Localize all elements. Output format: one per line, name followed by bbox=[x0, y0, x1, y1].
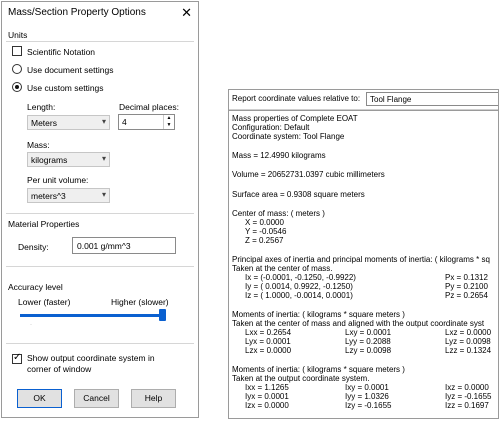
length-value: Meters bbox=[31, 118, 57, 128]
report-line: Configuration: Default bbox=[232, 123, 310, 132]
units-group-label: Units bbox=[8, 30, 28, 40]
report-line: Moments of inertia: ( kilograms * square… bbox=[232, 310, 405, 319]
report-line: Iz = ( 1.0000, -0.0014, 0.0001) bbox=[245, 291, 353, 300]
show-coordinate-system-label-line2: corner of window bbox=[27, 364, 92, 374]
scientific-notation-checkbox[interactable] bbox=[12, 46, 22, 56]
report-line: Lyz = 0.0098 bbox=[445, 337, 491, 346]
use-document-settings-radio[interactable] bbox=[12, 64, 22, 74]
report-relative-label: Report coordinate values relative to: bbox=[232, 94, 361, 103]
report-line: Mass properties of Complete EOAT bbox=[232, 114, 358, 123]
lower-faster-label: Lower (faster) bbox=[18, 297, 71, 307]
report-line: Moments of inertia: ( kilograms * square… bbox=[232, 365, 405, 374]
report-line: Ixx = 1.1265 bbox=[245, 383, 289, 392]
per-unit-volume-dropdown[interactable]: meters^3 ▾ bbox=[27, 188, 110, 203]
report-line: Lyx = 0.0001 bbox=[245, 337, 291, 346]
report-line: Y = -0.0546 bbox=[245, 227, 287, 236]
decimal-places-value: 4 bbox=[122, 117, 127, 127]
report-line: Py = 0.2100 bbox=[445, 282, 488, 291]
higher-slower-label: Higher (slower) bbox=[111, 297, 169, 307]
report-line: Lxx = 0.2654 bbox=[245, 328, 292, 337]
material-group-label: Material Properties bbox=[8, 219, 80, 229]
report-line: Surface area = 0.9308 square meters bbox=[232, 190, 365, 199]
units-divider bbox=[6, 41, 194, 42]
report-line: Lzy = 0.0098 bbox=[345, 346, 392, 355]
decimal-places-stepper[interactable]: 4 ▲ ▼ bbox=[118, 114, 175, 130]
chevron-down-icon: ▾ bbox=[101, 154, 106, 163]
use-custom-settings-radio[interactable] bbox=[12, 82, 22, 92]
report-line: Center of mass: ( meters ) bbox=[232, 209, 325, 218]
chevron-down-icon: ▾ bbox=[101, 117, 106, 126]
report-line: Taken at the center of mass and aligned … bbox=[232, 319, 485, 328]
mass-label: Mass: bbox=[27, 140, 50, 150]
report-line: Lxy = 0.0001 bbox=[345, 328, 392, 337]
mass-properties-options-dialog: Mass/Section Property Options ✕ Units Sc… bbox=[1, 1, 199, 418]
report-line: Pz = 0.2654 bbox=[445, 291, 488, 300]
use-document-settings-label: Use document settings bbox=[27, 65, 114, 75]
report-line: Volume = 20652731.0397 cubic millimeters bbox=[232, 170, 385, 179]
mass-properties-report: Report coordinate values relative to: To… bbox=[228, 89, 499, 419]
material-divider-bottom bbox=[6, 266, 194, 267]
report-line: Lzx = 0.0000 bbox=[245, 346, 292, 355]
report-line: Ixz = 0.0000 bbox=[445, 383, 489, 392]
close-icon[interactable]: ✕ bbox=[181, 5, 192, 21]
material-divider-top bbox=[6, 213, 194, 214]
report-line: Izx = 0.0000 bbox=[245, 401, 289, 410]
report-line: Lzz = 0.1324 bbox=[445, 346, 492, 355]
chevron-down-icon: ▾ bbox=[101, 190, 106, 199]
report-line: Ixy = 0.0001 bbox=[345, 383, 389, 392]
dialog-title: Mass/Section Property Options bbox=[8, 7, 146, 18]
report-line: Principal axes of inertia and principal … bbox=[232, 255, 490, 264]
report-line: Taken at the center of mass. bbox=[232, 264, 333, 273]
decimal-places-label: Decimal places: bbox=[119, 102, 179, 112]
help-button[interactable]: Help bbox=[131, 389, 176, 408]
accuracy-slider-fill bbox=[20, 314, 162, 317]
slider-tick: · bbox=[30, 322, 32, 328]
mass-value: kilograms bbox=[31, 155, 68, 165]
report-line: Iyy = 1.0326 bbox=[345, 392, 389, 401]
report-coordinate-bar: Report coordinate values relative to: To… bbox=[229, 90, 498, 110]
ok-button[interactable]: OK bbox=[17, 389, 62, 408]
report-line: Izz = 0.1697 bbox=[445, 401, 489, 410]
accuracy-group-label: Accuracy level bbox=[8, 282, 63, 292]
report-line: Px = 0.1312 bbox=[445, 273, 488, 282]
use-custom-settings-label: Use custom settings bbox=[27, 83, 104, 93]
spin-arrows-icon[interactable]: ▲ ▼ bbox=[163, 115, 174, 129]
title-bar: Mass/Section Property Options ✕ bbox=[2, 2, 198, 24]
mass-dropdown[interactable]: kilograms ▾ bbox=[27, 152, 110, 167]
per-unit-volume-value: meters^3 bbox=[31, 191, 66, 201]
report-line: Lyy = 0.2088 bbox=[345, 337, 391, 346]
density-input[interactable]: 0.001 g/mm^3 bbox=[72, 237, 176, 254]
report-line: Coordinate system: Tool Flange bbox=[232, 132, 345, 141]
report-line: Iyx = 0.0001 bbox=[245, 392, 289, 401]
show-coordinate-system-checkbox[interactable] bbox=[12, 352, 22, 364]
density-label: Density: bbox=[18, 242, 49, 252]
report-line: Iyz = -0.1655 bbox=[445, 392, 492, 401]
report-line: Taken at the output coordinate system. bbox=[232, 374, 370, 383]
report-line: Mass = 12.4990 kilograms bbox=[232, 151, 326, 160]
options-divider bbox=[6, 343, 194, 344]
report-line: Izy = -0.1655 bbox=[345, 401, 392, 410]
report-line: X = 0.0000 bbox=[245, 218, 284, 227]
report-line: Lxz = 0.0000 bbox=[445, 328, 492, 337]
length-dropdown[interactable]: Meters ▾ bbox=[27, 115, 110, 130]
report-line: Z = 0.2567 bbox=[245, 236, 284, 245]
per-unit-volume-label: Per unit volume: bbox=[27, 175, 89, 185]
cancel-button[interactable]: Cancel bbox=[74, 389, 119, 408]
report-line: Ix = (-0.0001, -0.1250, -0.9922) bbox=[245, 273, 356, 282]
report-text-area: Mass properties of Complete EOAT Configu… bbox=[229, 110, 498, 418]
report-line: Iy = ( 0.0014, 0.9922, -0.1250) bbox=[245, 282, 353, 291]
show-coordinate-system-label-line1: Show output coordinate system in bbox=[27, 353, 155, 363]
coordinate-system-value: Tool Flange bbox=[370, 95, 412, 104]
coordinate-system-dropdown[interactable]: Tool Flange bbox=[366, 92, 498, 106]
scientific-notation-label: Scientific Notation bbox=[27, 47, 96, 57]
density-value: 0.001 g/mm^3 bbox=[77, 241, 131, 251]
length-label: Length: bbox=[27, 102, 56, 112]
accuracy-slider-thumb[interactable] bbox=[159, 309, 166, 321]
